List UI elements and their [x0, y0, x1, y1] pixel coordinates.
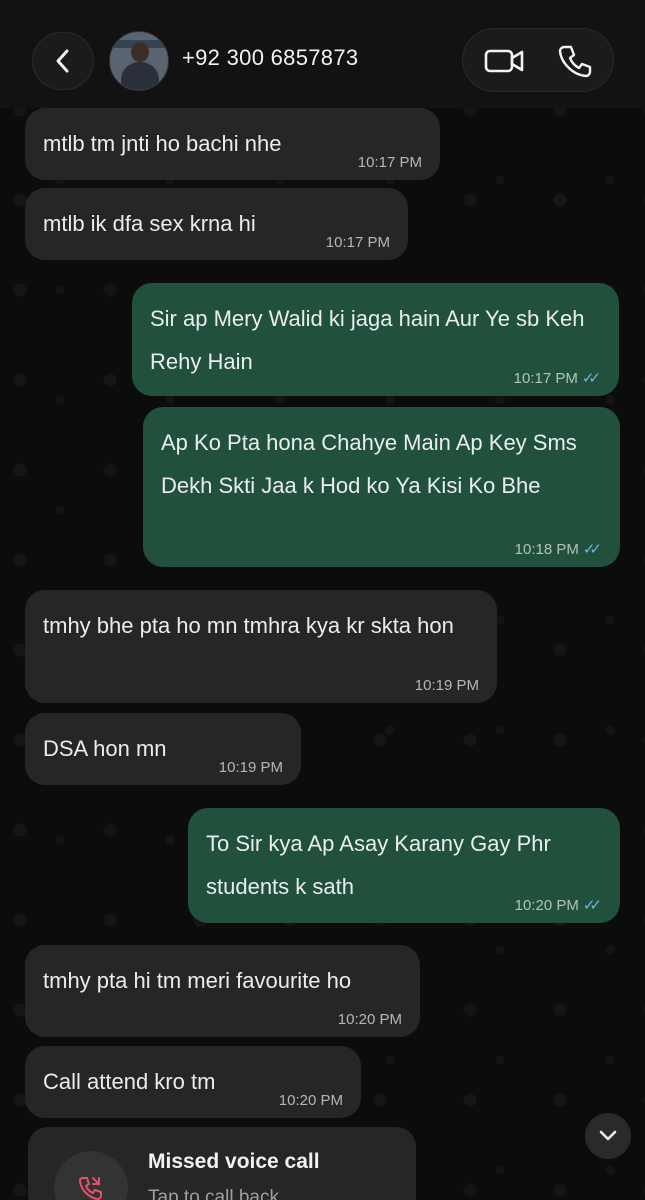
- message-meta: 10:17 PM: [326, 234, 390, 252]
- message-time: 10:17 PM: [325, 234, 390, 251]
- back-button[interactable]: [32, 32, 94, 90]
- incoming-message[interactable]: Call attend kro tm 10:20 PM: [25, 1046, 361, 1118]
- incoming-message[interactable]: DSA hon mn 10:19 PM: [25, 713, 301, 785]
- video-call-button[interactable]: [481, 45, 529, 77]
- outgoing-message[interactable]: Ap Ko Pta hona Chahye Main Ap Key Sms De…: [143, 407, 620, 567]
- message-time: 10:20 PM: [337, 1011, 402, 1028]
- incoming-message[interactable]: mtlb ik dfa sex krna hi 10:17 PM: [25, 188, 408, 260]
- video-call-icon: [484, 49, 524, 73]
- message-meta: 10:20 PM: [338, 1011, 402, 1029]
- missed-call-bubble[interactable]: Missed voice call Tap to call back: [28, 1127, 416, 1200]
- message-text: To Sir kya Ap Asay Karany Gay Phr studen…: [206, 831, 557, 899]
- incoming-message[interactable]: tmhy pta hi tm meri favourite ho 10:20 PM: [25, 945, 420, 1037]
- message-time: 10:19 PM: [218, 759, 283, 776]
- message-time: 10:18 PM: [514, 541, 579, 558]
- message-text: tmhy bhe pta ho mn tmhra kya kr skta hon: [43, 613, 454, 638]
- message-meta: 10:19 PM: [219, 759, 283, 777]
- message-time: 10:19 PM: [414, 677, 479, 694]
- contact-name[interactable]: +92 300 6857873: [182, 45, 358, 71]
- message-meta: 10:17 PM ✓✓: [514, 370, 601, 388]
- read-receipt-icon: ✓✓: [581, 370, 601, 387]
- incoming-message[interactable]: tmhy bhe pta ho mn tmhra kya kr skta hon…: [25, 590, 497, 703]
- chevron-left-icon: [56, 49, 69, 73]
- voice-call-button[interactable]: [555, 43, 595, 79]
- outgoing-message[interactable]: Sir ap Mery Walid ki jaga hain Aur Ye sb…: [132, 283, 619, 396]
- message-text: tmhy pta hi tm meri favourite ho: [43, 968, 352, 993]
- missed-call-title: Missed voice call: [148, 1150, 320, 1173]
- missed-call-icon-wrap: [54, 1151, 128, 1200]
- message-time: 10:20 PM: [514, 897, 579, 914]
- message-meta: 10:19 PM: [415, 677, 479, 695]
- incoming-message[interactable]: mtlb tm jnti ho bachi nhe 10:17 PM: [25, 108, 440, 180]
- message-time: 10:20 PM: [278, 1092, 343, 1109]
- message-time: 10:17 PM: [513, 370, 578, 387]
- missed-call-subtitle: Tap to call back: [148, 1187, 279, 1200]
- read-receipt-icon: ✓✓: [582, 541, 602, 558]
- chat-header: +92 300 6857873: [0, 0, 645, 108]
- message-meta: 10:20 PM: [279, 1092, 343, 1110]
- phone-icon: [558, 45, 592, 78]
- scroll-to-bottom-button[interactable]: [585, 1113, 631, 1159]
- message-time: 10:17 PM: [357, 154, 422, 171]
- read-receipt-icon: ✓✓: [582, 897, 602, 914]
- message-meta: 10:20 PM ✓✓: [515, 897, 602, 915]
- avatar[interactable]: [109, 31, 169, 91]
- message-meta: 10:17 PM: [358, 154, 422, 172]
- message-text: Ap Ko Pta hona Chahye Main Ap Key Sms De…: [161, 430, 583, 498]
- message-meta: 10:18 PM ✓✓: [515, 541, 602, 559]
- missed-call-icon: [78, 1177, 102, 1200]
- outgoing-message[interactable]: To Sir kya Ap Asay Karany Gay Phr studen…: [188, 808, 620, 923]
- call-actions: [462, 28, 614, 92]
- chevron-down-icon: [599, 1130, 617, 1141]
